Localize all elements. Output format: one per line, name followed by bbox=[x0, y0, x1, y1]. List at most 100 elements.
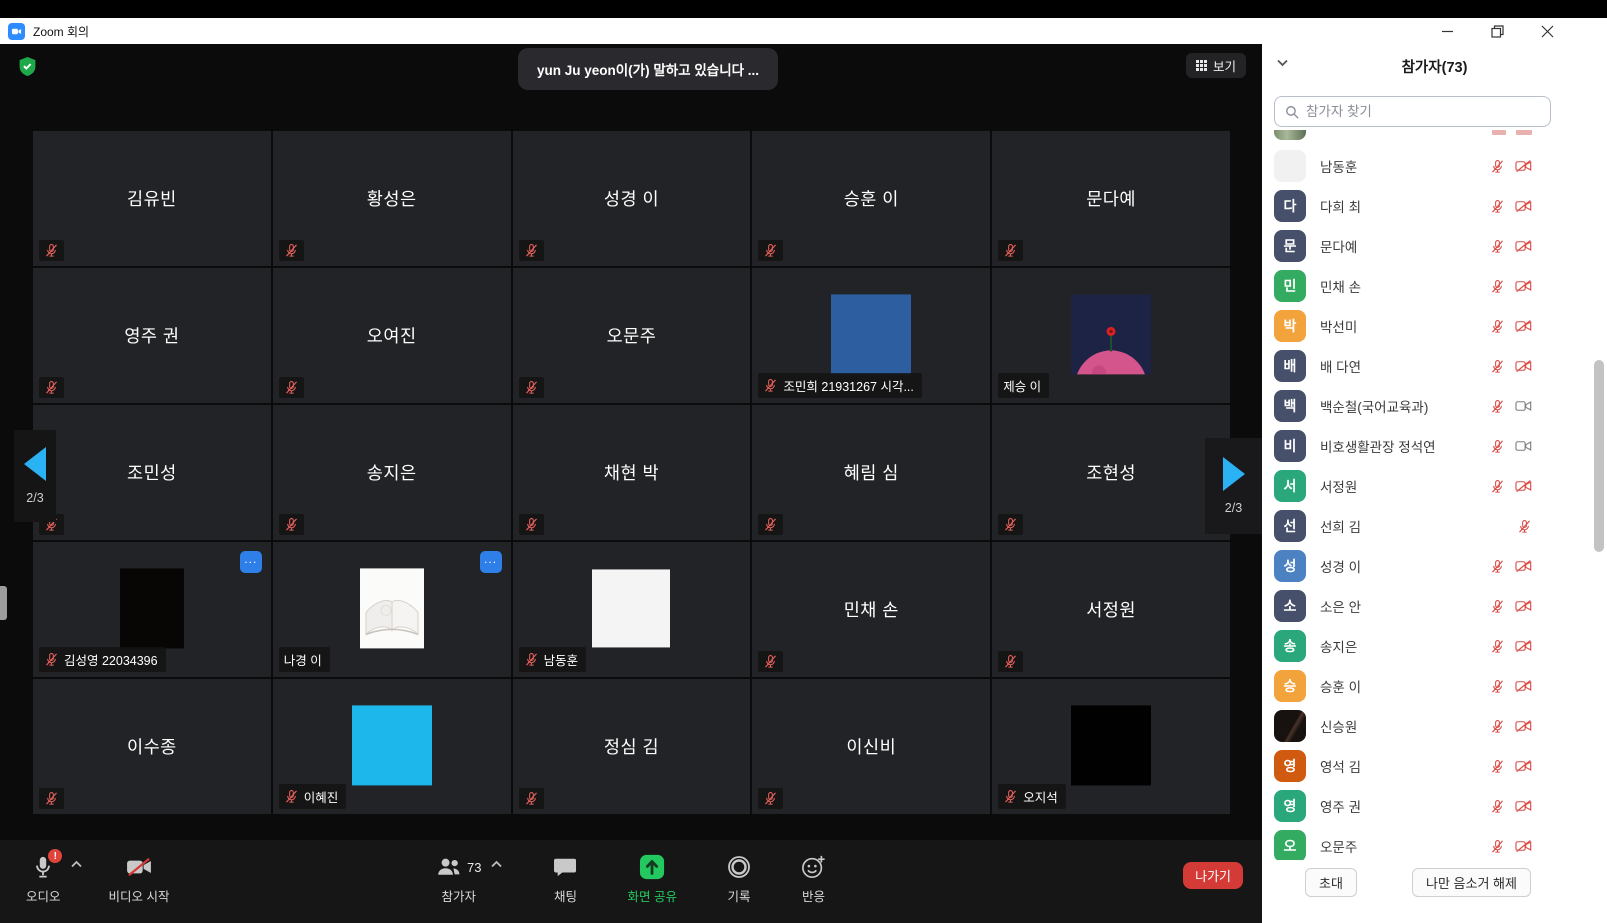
video-tile[interactable]: 문다예 bbox=[992, 131, 1230, 266]
video-tile[interactable]: 승훈 이 bbox=[752, 131, 990, 266]
participant-row[interactable]: 서서정원 bbox=[1262, 466, 1592, 506]
participant-row[interactable] bbox=[1262, 130, 1592, 146]
video-tile[interactable]: 오지석 bbox=[992, 679, 1230, 814]
video-tile[interactable]: 이신비 bbox=[752, 679, 990, 814]
mic-muted-icon bbox=[1490, 399, 1505, 414]
video-tile[interactable]: 서정원 bbox=[992, 542, 1230, 677]
mic-muted-indicator bbox=[758, 651, 783, 672]
mic-muted-icon bbox=[1490, 719, 1505, 734]
mic-muted-indicator bbox=[279, 377, 304, 398]
video-tile[interactable]: 조민희 21931267 시각... bbox=[752, 268, 990, 403]
participant-row[interactable]: 민민채 손 bbox=[1262, 266, 1592, 306]
restore-button[interactable] bbox=[1487, 21, 1507, 41]
participant-name: 황성은 bbox=[273, 131, 511, 266]
page-indicator: 2/3 bbox=[1225, 501, 1242, 515]
video-tile[interactable]: 정심 김 bbox=[513, 679, 751, 814]
video-tile[interactable]: 황성은 bbox=[273, 131, 511, 266]
mic-muted-indicator bbox=[998, 240, 1023, 261]
reactions-button[interactable]: 반응 bbox=[801, 854, 826, 905]
video-tile[interactable]: 채현 박 bbox=[513, 405, 751, 540]
video-tile[interactable]: 성경 이 bbox=[513, 131, 751, 266]
video-button[interactable]: 비디오 시작 bbox=[109, 854, 170, 905]
participant-row[interactable]: 백백순철(국어교육과) bbox=[1262, 386, 1592, 426]
invite-button[interactable]: 초대 bbox=[1305, 868, 1357, 897]
panel-drag-handle[interactable] bbox=[0, 586, 7, 620]
chat-button[interactable]: 채팅 bbox=[553, 854, 577, 905]
unmute-self-button[interactable]: 나만 음소거 해제 bbox=[1412, 868, 1531, 897]
search-input[interactable] bbox=[1306, 104, 1540, 119]
tile-more-button[interactable]: ... bbox=[240, 551, 262, 573]
participant-row[interactable]: 비비호생활관장 정석연 bbox=[1262, 426, 1592, 466]
participants-options-caret[interactable] bbox=[490, 860, 503, 869]
video-tile[interactable]: 영주 권 bbox=[33, 268, 271, 403]
close-icon[interactable] bbox=[1537, 21, 1557, 41]
audio-button[interactable]: ! 오디오 bbox=[26, 854, 61, 905]
share-button[interactable]: 화면 공유 bbox=[627, 854, 676, 905]
participant-name: 비호생활관장 정석연 bbox=[1320, 436, 1476, 456]
participant-row[interactable]: 영영석 김 bbox=[1262, 746, 1592, 786]
video-tile[interactable]: 김성영 22034396... bbox=[33, 542, 271, 677]
participant-row[interactable]: 문문다예 bbox=[1262, 226, 1592, 266]
zoom-app-icon bbox=[8, 23, 25, 40]
participant-row[interactable]: 다다희 최 bbox=[1262, 186, 1592, 226]
people-icon bbox=[436, 856, 462, 878]
participant-name: 오여진 bbox=[273, 268, 511, 403]
participant-row[interactable]: 신승원 bbox=[1262, 706, 1592, 746]
video-tile[interactable]: 조민성 bbox=[33, 405, 271, 540]
video-tile[interactable]: 제승 이 bbox=[992, 268, 1230, 403]
mic-muted-indicator bbox=[519, 788, 544, 809]
video-tile[interactable]: 이혜진 bbox=[273, 679, 511, 814]
participant-row[interactable]: 영영주 권 bbox=[1262, 786, 1592, 826]
view-button-label: 보기 bbox=[1213, 56, 1236, 75]
avatar: 백 bbox=[1274, 390, 1306, 422]
video-tile[interactable]: 이수종 bbox=[33, 679, 271, 814]
mic-muted-icon bbox=[1490, 639, 1505, 654]
video-tile[interactable]: 남동훈 bbox=[513, 542, 751, 677]
participant-row[interactable]: 성성경 이 bbox=[1262, 546, 1592, 586]
participant-row[interactable]: 오 오문주 bbox=[1262, 826, 1592, 860]
record-button[interactable]: 기록 bbox=[727, 854, 751, 905]
grid-page-prev-button[interactable]: 2/3 bbox=[14, 430, 56, 522]
video-tile[interactable]: 오여진 bbox=[273, 268, 511, 403]
participant-row[interactable]: 송송지은 bbox=[1262, 626, 1592, 666]
video-tile[interactable]: 오문주 bbox=[513, 268, 751, 403]
grid-page-next-button[interactable]: 2/3 bbox=[1205, 438, 1262, 534]
participant-search-box bbox=[1274, 96, 1551, 127]
mic-muted-icon bbox=[1003, 243, 1018, 258]
tile-name-label: 남동훈 bbox=[519, 647, 587, 672]
participant-name: 승훈 이 bbox=[1320, 676, 1476, 696]
participant-row[interactable]: 남동훈 bbox=[1262, 146, 1592, 186]
mic-muted-icon bbox=[1490, 799, 1505, 814]
minimize-button[interactable] bbox=[1437, 21, 1457, 41]
view-button[interactable]: 보기 bbox=[1186, 53, 1246, 78]
participant-row[interactable]: 박박선미 bbox=[1262, 306, 1592, 346]
video-tile[interactable]: 송지은 bbox=[273, 405, 511, 540]
video-tile[interactable]: 조현성 bbox=[992, 405, 1230, 540]
participant-name: 오문주 bbox=[1320, 836, 1476, 856]
security-shield-icon[interactable] bbox=[18, 56, 37, 77]
participant-name: 나경 이 bbox=[284, 650, 322, 669]
leave-button[interactable]: 나가기 bbox=[1183, 862, 1243, 889]
scrollbar-thumb[interactable] bbox=[1594, 360, 1604, 552]
video-tile[interactable]: 김유빈 bbox=[33, 131, 271, 266]
mic-muted-icon bbox=[44, 243, 59, 258]
mic-muted-indicator bbox=[39, 377, 64, 398]
camera-muted-icon bbox=[1515, 199, 1532, 213]
avatar: 소 bbox=[1274, 590, 1306, 622]
participant-row[interactable]: 선선희 김 bbox=[1262, 506, 1592, 546]
participant-row[interactable]: 승승훈 이 bbox=[1262, 666, 1592, 706]
avatar: 오 bbox=[1274, 830, 1306, 860]
share-icon bbox=[639, 854, 665, 880]
tile-more-button[interactable]: ... bbox=[480, 551, 502, 573]
participant-name: 이수종 bbox=[33, 679, 271, 814]
participant-row[interactable]: 배배 다연 bbox=[1262, 346, 1592, 386]
audio-options-caret[interactable] bbox=[70, 860, 83, 869]
participants-button[interactable]: 73참가자 bbox=[436, 854, 481, 905]
video-tile[interactable]: 혜림 심 bbox=[752, 405, 990, 540]
video-tile[interactable]: 나경 이... bbox=[273, 542, 511, 677]
participant-row[interactable]: 소소은 안 bbox=[1262, 586, 1592, 626]
chevron-down-icon[interactable] bbox=[1276, 58, 1289, 67]
mic-muted-icon bbox=[1490, 199, 1505, 214]
video-tile[interactable]: 민채 손 bbox=[752, 542, 990, 677]
camera-muted-icon bbox=[1515, 359, 1532, 373]
